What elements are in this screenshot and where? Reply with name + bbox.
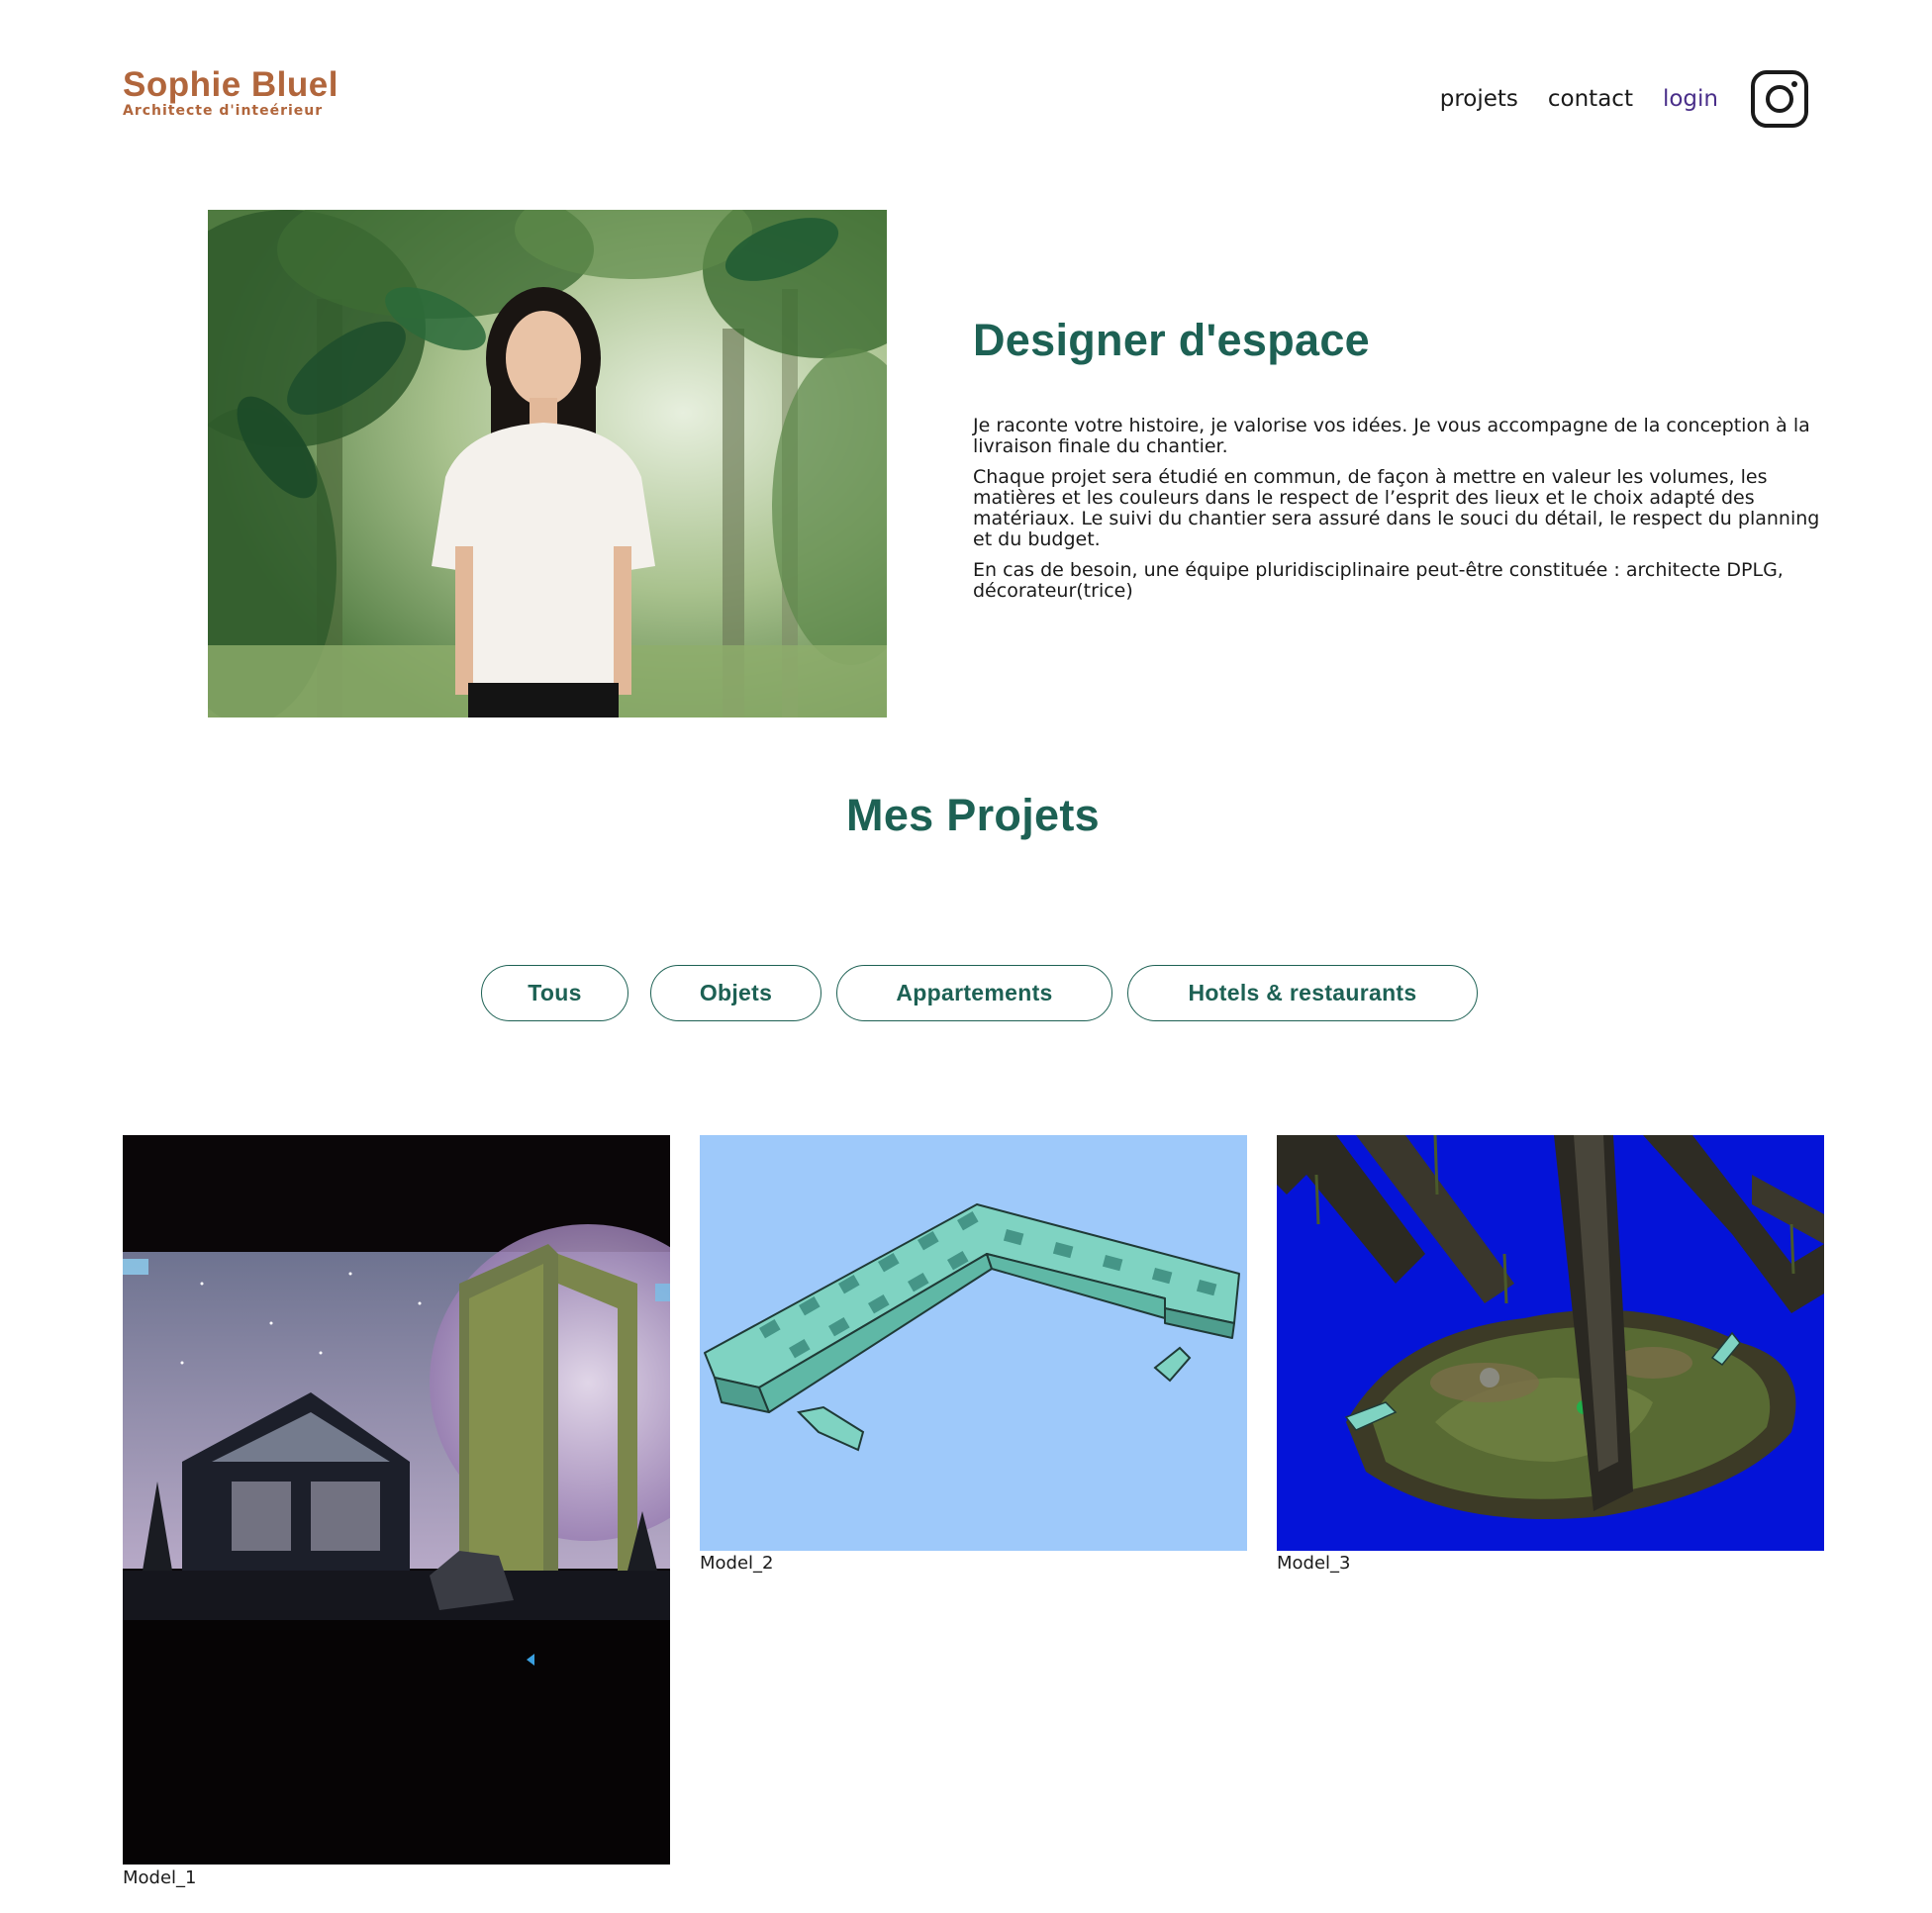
- nav-login-link[interactable]: login: [1663, 86, 1718, 112]
- project-image-model-1[interactable]: [123, 1135, 670, 1865]
- nav-projets-link[interactable]: projets: [1440, 86, 1518, 112]
- filter-button-hotels-restaurants[interactable]: Hotels & restaurants: [1127, 965, 1478, 1021]
- filter-button-appartements[interactable]: Appartements: [836, 965, 1112, 1021]
- project-caption: Model_1: [123, 1867, 197, 1888]
- brand-logo[interactable]: Sophie Bluel Architecte d'inteérieur: [123, 67, 338, 119]
- brand-name: Sophie Bluel: [123, 65, 338, 104]
- brand-subtitle: Architecte d'inteérieur: [123, 103, 324, 119]
- project-caption: Model_2: [700, 1553, 774, 1574]
- filter-button-objets[interactable]: Objets: [650, 965, 821, 1021]
- gallery-item[interactable]: Model_2: [700, 1135, 1247, 1576]
- intro-paragraph: Chaque projet sera étudié en commun, de …: [973, 466, 1820, 550]
- project-caption: Model_3: [1277, 1553, 1351, 1574]
- portrait-photo: [208, 210, 887, 717]
- gallery-item[interactable]: Model_1: [123, 1135, 670, 1888]
- gallery-item[interactable]: Model_3: [1277, 1135, 1824, 1576]
- instagram-icon[interactable]: [1750, 69, 1809, 129]
- intro-title: Designer d'espace: [973, 315, 1370, 365]
- intro-paragraph: En cas de besoin, une équipe pluridiscip…: [973, 559, 1784, 602]
- nav-contact-link[interactable]: contact: [1548, 86, 1633, 112]
- intro-paragraph: Je raconte votre histoire, je valorise v…: [973, 415, 1810, 457]
- project-image-model-3[interactable]: [1277, 1135, 1824, 1551]
- main-nav: projets contact login: [1440, 69, 1809, 129]
- projects-title: Mes Projets: [846, 790, 1100, 840]
- filter-button-tous[interactable]: Tous: [481, 965, 628, 1021]
- project-image-model-2[interactable]: [700, 1135, 1247, 1551]
- intro-text-block: Designer d'espace Je raconte votre histo…: [973, 315, 1824, 612]
